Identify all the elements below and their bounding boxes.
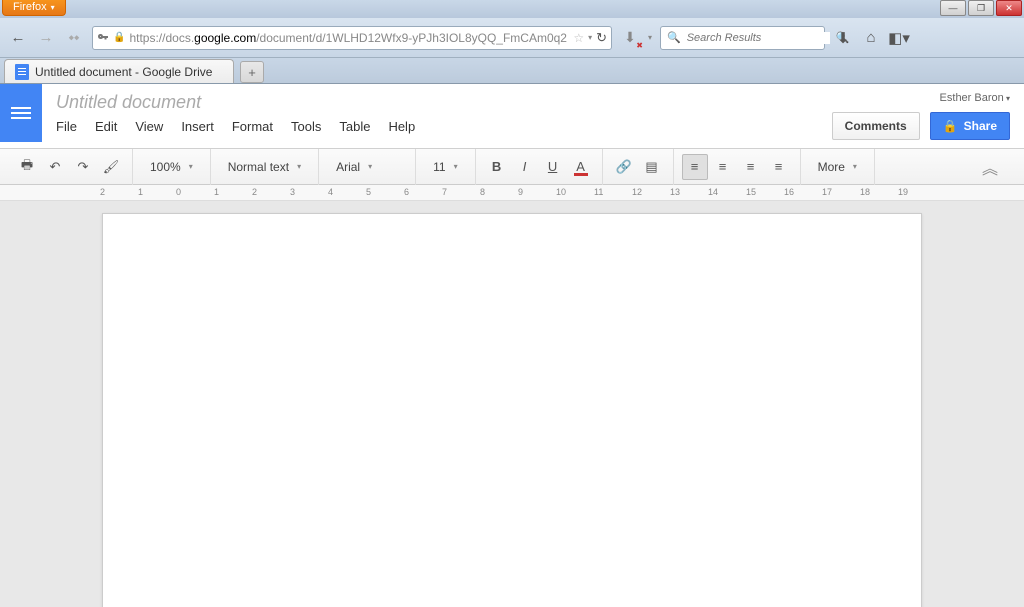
browser-navbar: ← → ⬩⬩ 🔒 https://docs.google.com/documen… <box>0 18 1024 58</box>
forward-button[interactable]: → <box>36 28 56 48</box>
ruler-tick: 14 <box>708 187 718 197</box>
font-select[interactable]: Arial <box>327 154 407 180</box>
lock-icon: 🔒 <box>943 119 958 133</box>
ruler-tick: 3 <box>290 187 295 197</box>
ruler-tick: 17 <box>822 187 832 197</box>
ruler-tick: 13 <box>670 187 680 197</box>
link-button[interactable]: 🔗 <box>611 154 637 180</box>
comments-button[interactable]: Comments <box>832 112 920 140</box>
menu-help[interactable]: Help <box>388 119 415 134</box>
lock-icon: 🔒 <box>113 32 125 43</box>
menu-tools[interactable]: Tools <box>291 119 321 134</box>
ruler-tick: 2 <box>252 187 257 197</box>
menu-edit[interactable]: Edit <box>95 119 117 134</box>
download-blocked-icon[interactable]: ⬇ <box>620 28 640 48</box>
ruler-tick: 1 <box>214 187 219 197</box>
italic-button[interactable]: I <box>512 154 538 180</box>
menu-table[interactable]: Table <box>339 119 370 134</box>
tab-strip: Untitled document - Google Drive + <box>0 58 1024 84</box>
ruler-tick: 0 <box>176 187 181 197</box>
back-button[interactable]: ← <box>8 28 28 48</box>
ruler-tick: 8 <box>480 187 485 197</box>
window-controls: — ❐ ✕ <box>940 0 1022 16</box>
ruler[interactable]: 21012345678910111213141516171819 <box>0 185 1024 201</box>
user-menu[interactable]: Esther Baron <box>940 92 1010 104</box>
docs-header: Untitled document File Edit View Insert Form… <box>0 84 1024 149</box>
minimize-button[interactable]: — <box>940 0 966 16</box>
close-button[interactable]: ✕ <box>996 0 1022 16</box>
site-id-icon <box>97 32 109 44</box>
ruler-tick: 12 <box>632 187 642 197</box>
paint-format-button[interactable]: 🖌 <box>98 154 124 180</box>
firefox-menu-button[interactable]: Firefox <box>2 0 66 16</box>
ruler-tick: 15 <box>746 187 756 197</box>
ruler-tick: 2 <box>100 187 105 197</box>
ruler-tick: 4 <box>328 187 333 197</box>
ruler-tick: 9 <box>518 187 523 197</box>
document-title[interactable]: Untitled document <box>56 92 804 113</box>
more-button[interactable]: More <box>809 154 866 180</box>
ruler-tick: 10 <box>556 187 566 197</box>
docs-favicon <box>15 64 29 80</box>
tab-title: Untitled document - Google Drive <box>35 65 212 79</box>
collapse-toolbar-button[interactable]: ︽ <box>982 155 1018 179</box>
menu-view[interactable]: View <box>135 119 163 134</box>
redo-button[interactable]: ↷ <box>70 154 96 180</box>
ruler-tick: 6 <box>404 187 409 197</box>
dropdown-icon[interactable]: ▾ <box>588 33 592 42</box>
url-bar[interactable]: 🔒 https://docs.google.com/document/d/1WL… <box>92 26 612 50</box>
tabgroup-icon[interactable]: ⬩⬩ <box>64 28 84 48</box>
menu-format[interactable]: Format <box>232 119 273 134</box>
separator: ▾ <box>648 33 652 42</box>
search-engine-icon[interactable]: 🔍 <box>667 31 681 44</box>
share-button[interactable]: 🔒Share <box>930 112 1010 140</box>
new-tab-button[interactable]: + <box>240 61 264 83</box>
underline-button[interactable]: U <box>540 154 566 180</box>
font-size-select[interactable]: 11 <box>424 154 466 180</box>
ruler-tick: 1 <box>138 187 143 197</box>
align-left-button[interactable]: ≡ <box>682 154 708 180</box>
home-button[interactable]: ⌂ <box>861 28 881 48</box>
maximize-button[interactable]: ❐ <box>968 0 994 16</box>
ruler-tick: 5 <box>366 187 371 197</box>
comment-button[interactable]: ▤ <box>639 154 665 180</box>
menu-insert[interactable]: Insert <box>181 119 214 134</box>
docs-toolbar: 🖶 ↶ ↷ 🖌 100% Normal text Arial 11 B I U … <box>0 149 1024 185</box>
align-center-button[interactable]: ≡ <box>710 154 736 180</box>
ruler-tick: 19 <box>898 187 908 197</box>
align-right-button[interactable]: ≡ <box>738 154 764 180</box>
reload-button[interactable]: ↻ <box>596 30 607 46</box>
zoom-select[interactable]: 100% <box>141 154 202 180</box>
window-titlebar: Firefox — ❐ ✕ <box>0 0 1024 18</box>
ruler-tick: 11 <box>594 187 603 197</box>
text-color-button[interactable]: A <box>568 154 594 180</box>
style-select[interactable]: Normal text <box>219 154 310 180</box>
browser-tab[interactable]: Untitled document - Google Drive <box>4 59 234 83</box>
undo-button[interactable]: ↶ <box>42 154 68 180</box>
search-bar[interactable]: 🔍 🔍 <box>660 26 825 50</box>
docs-logo[interactable] <box>0 84 42 142</box>
menu-bar: File Edit View Insert Format Tools Table Help <box>56 119 804 142</box>
bookmarks-menu-button[interactable]: ◧▾ <box>889 28 909 48</box>
ruler-tick: 16 <box>784 187 794 197</box>
url-text: https://docs.google.com/document/d/1WLHD… <box>129 31 569 45</box>
align-justify-button[interactable]: ≡ <box>766 154 792 180</box>
document-page[interactable] <box>102 213 922 607</box>
downloads-button[interactable]: ⬇ <box>833 28 853 48</box>
menu-file[interactable]: File <box>56 119 77 134</box>
search-input[interactable] <box>687 32 830 44</box>
ruler-tick: 18 <box>860 187 870 197</box>
bold-button[interactable]: B <box>484 154 510 180</box>
bookmark-star-icon[interactable]: ☆ <box>573 31 584 45</box>
document-canvas[interactable] <box>0 201 1024 607</box>
print-button[interactable]: 🖶 <box>14 154 40 180</box>
ruler-tick: 7 <box>442 187 447 197</box>
